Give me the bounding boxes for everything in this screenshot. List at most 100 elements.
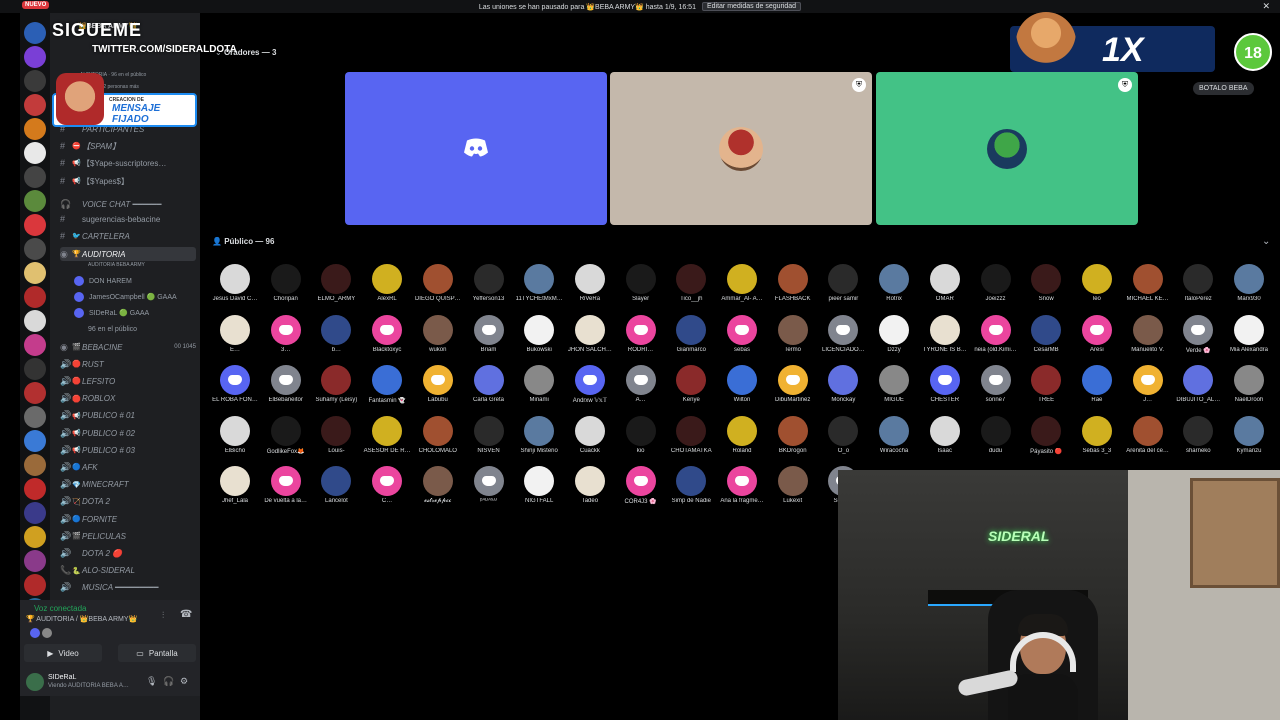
audience-member[interactable]: Labubu (413, 365, 463, 415)
channel-item[interactable]: 📞 🐍 ALO-SIDERAL (60, 564, 196, 578)
server-icon[interactable] (24, 406, 46, 428)
audience-member[interactable]: OMAR (920, 264, 970, 314)
audience-member[interactable]: CHOLOMALO (413, 415, 463, 466)
audience-member[interactable]: Bukowski (514, 314, 564, 365)
audience-member[interactable]: NIGTFALL (514, 466, 564, 516)
channel-item[interactable]: 🔊 💎 MINECRAFT (60, 478, 196, 492)
headphones-icon[interactable]: 🎧 (163, 676, 174, 687)
audience-member[interactable]: MIGUE (869, 365, 919, 415)
audience-member[interactable]: Isaac (920, 415, 970, 466)
audience-member[interactable]: Gianmarco (666, 314, 716, 365)
voice-user[interactable]: JamesOCampbell 🟢 GAAA (74, 290, 177, 304)
channel-item[interactable]: 🔊 📢 PUBLICO # 01 (60, 409, 196, 423)
audience-member[interactable]: Roland (717, 415, 767, 466)
mic-icon[interactable]: 🎙 (146, 676, 157, 687)
audience-member[interactable]: De vuelta a la… (261, 466, 311, 516)
speaker-tile-2[interactable]: ⛨ (610, 72, 872, 225)
channel-item[interactable]: # 🐦 CARTELERA (60, 229, 196, 243)
audience-member[interactable]: Shinji Misterio (514, 415, 564, 466)
server-icon[interactable] (24, 190, 46, 212)
audience-member[interactable]: Yefferson13 (464, 264, 514, 314)
audience-member[interactable]: Choripan (261, 264, 311, 314)
channel-item[interactable]: 🔊 🎬 PELICULAS (60, 529, 196, 543)
audience-member[interactable]: NaelDrooh (1224, 365, 1274, 415)
audience-member[interactable]: sebas (717, 314, 767, 365)
audience-member[interactable]: ASESOR DE R… (362, 415, 412, 466)
noise-suppression-icon[interactable]: ⫶ (162, 610, 164, 621)
audience-member[interactable]: J… (1123, 365, 1173, 415)
audience-member[interactable]: CHOTAMATKA (666, 415, 716, 466)
audience-member[interactable]: ElBebaneitor (261, 365, 311, 415)
channel-item[interactable]: ◉ 🎬 BEBACINE 00 1045 (60, 340, 196, 354)
chevron-down-icon[interactable]: ⌄ (215, 48, 224, 57)
audience-member[interactable]: Fantasmin 👻 (362, 365, 412, 415)
server-icon[interactable] (24, 550, 46, 572)
audience-member[interactable]: leo (1072, 264, 1122, 314)
audience-member[interactable]: Kenye (666, 365, 716, 415)
audience-member[interactable]: Snow (1021, 264, 1071, 314)
audience-member[interactable]: Mia Alexandra (1224, 314, 1274, 365)
server-icon[interactable] (24, 238, 46, 260)
audience-member[interactable]: 11TYCHEtMxM… (514, 264, 564, 314)
channel-item[interactable]: 🔊 🔵 AFK (60, 460, 196, 474)
server-icon[interactable] (24, 214, 46, 236)
edit-security-button[interactable]: Editar medidas de seguridad (701, 2, 802, 11)
audience-member[interactable]: Dzzy (869, 314, 919, 365)
channel-item[interactable]: 🔊 📢 PUBLICO # 03 (60, 443, 196, 457)
channel-item[interactable]: # 📢 【$Yape-suscriptores… (60, 156, 196, 170)
audience-member[interactable]: Briam (464, 314, 514, 365)
speaker-tile-1[interactable] (345, 72, 607, 225)
channel-item[interactable]: 🔊 DOTA 2 🔴 (60, 546, 196, 560)
server-icon[interactable] (24, 142, 46, 164)
channel-item[interactable]: # 📢 【$Yapes$】 (60, 174, 196, 188)
disconnect-icon[interactable]: ☎ (180, 609, 192, 620)
audience-member[interactable]: Arenita del ce… (1123, 415, 1173, 466)
audience-member[interactable]: C… (362, 466, 412, 516)
video-button[interactable]: ▶ Video (24, 644, 102, 662)
audience-member[interactable]: Kymanzu (1224, 415, 1274, 466)
audience-member[interactable]: Minami (514, 365, 564, 415)
audience-member[interactable]: Ana la fragme… (717, 466, 767, 516)
audience-member[interactable]: FLASHBACK (768, 264, 818, 314)
audience-member[interactable]: DIEGO QUISP… (413, 264, 463, 314)
audience-member[interactable]: NISVEN (464, 415, 514, 466)
audience-member[interactable]: sharneko (1173, 415, 1223, 466)
audience-member[interactable]: DibuMartinez (768, 365, 818, 415)
botalo-beba-button[interactable]: BOTALO BEBA (1193, 82, 1254, 95)
speaker-tile-3[interactable]: ⛨ (876, 72, 1138, 225)
audience-member[interactable]: Aresi (1072, 314, 1122, 365)
audience-member[interactable]: Jhef_Lala (210, 466, 260, 516)
server-icon[interactable] (24, 478, 46, 500)
audience-member[interactable]: Lancelot (311, 466, 361, 516)
audience-member[interactable]: Manuelito V. (1123, 314, 1173, 365)
audience-member[interactable]: Slayer (616, 264, 666, 314)
audience-member[interactable]: COR4J3 🌸 (616, 466, 666, 516)
channel-item[interactable]: 🔊 🛑 LEFSITO (60, 374, 196, 388)
audience-member[interactable]: Termo (768, 314, 818, 365)
audience-member[interactable]: ElBicho (210, 415, 260, 466)
server-icon[interactable] (24, 502, 46, 524)
audience-member[interactable]: Carla Greta (464, 365, 514, 415)
audience-member[interactable]: Verde 🌸 (1173, 314, 1223, 365)
channel-item[interactable]: 🔊 MUSICA ━━━━━━━━━ (60, 581, 196, 595)
channel-item[interactable]: 🔊 🏹 DOTA 2 (60, 495, 196, 509)
audience-member[interactable]: AlexRL (362, 264, 412, 314)
audience-member[interactable]: LICENCIADO… (818, 314, 868, 365)
server-icon[interactable] (24, 574, 46, 596)
server-icon[interactable] (24, 118, 46, 140)
audience-member[interactable]: dudu (971, 415, 1021, 466)
audience-member[interactable]: wukon (413, 314, 463, 365)
server-icon[interactable] (24, 70, 46, 92)
channel-item[interactable]: 🎧 VOICE CHAT ━━━━━━ (60, 197, 196, 211)
audience-member[interactable]: GodlikeFox🦊 (261, 415, 311, 466)
audience-member[interactable]: Páyasito 🔴 (1021, 415, 1071, 466)
audience-member[interactable]: Simp de Nadie (666, 466, 716, 516)
audience-member[interactable]: Sebas 3_3 (1072, 415, 1122, 466)
audience-member[interactable]: Louis- (311, 415, 361, 466)
gear-icon[interactable]: ⚙ (180, 676, 188, 687)
audience-member[interactable]: TYRONE IS B… (920, 314, 970, 365)
audience-member[interactable]: Lukexit (768, 466, 818, 516)
channel-item[interactable]: ◉ 🏆 AUDITORIA (60, 247, 196, 261)
audience-member[interactable]: Cuackk (565, 415, 615, 466)
audience-member[interactable]: Monckay (818, 365, 868, 415)
